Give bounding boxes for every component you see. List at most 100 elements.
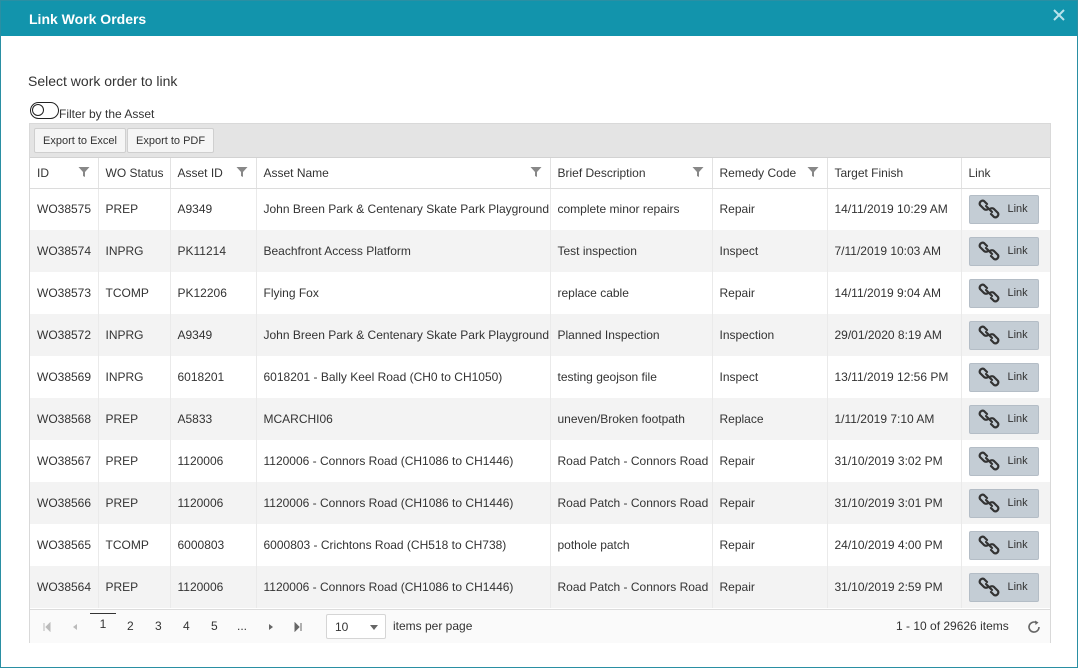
page-more[interactable]: ... bbox=[237, 619, 247, 633]
link-button-label: Link bbox=[1007, 371, 1028, 383]
grid-toolbar: Export to Excel Export to PDF bbox=[30, 124, 1050, 158]
table-row[interactable]: WO38573 TCOMP PK12206 Flying Fox replace cab… bbox=[30, 272, 1050, 314]
link-button[interactable]: Link bbox=[968, 404, 1039, 434]
section-title: Select work order to link bbox=[28, 73, 178, 89]
link-icon bbox=[978, 450, 1008, 472]
page-3[interactable]: 3 bbox=[155, 619, 162, 633]
table-row[interactable]: WO38564 PREP 1120006 1120006 - Connors Road… bbox=[30, 566, 1050, 608]
filter-icon[interactable] bbox=[692, 166, 704, 178]
export-to-pdf-button[interactable]: Export to PDF bbox=[127, 128, 215, 153]
brief-description-cell: complete minor repairs bbox=[550, 188, 713, 230]
brief-description-cell: Road Patch - Connors Road bbox=[550, 440, 713, 482]
target-finish-cell: 13/11/2019 12:56 PM bbox=[827, 356, 962, 398]
link-icon bbox=[978, 576, 1008, 598]
table-row[interactable]: WO38567 PREP 1120006 1120006 - Connors Road… bbox=[30, 440, 1050, 482]
work-orders-table: ID WO Status Asset ID Asset Name Brief D… bbox=[30, 158, 1050, 608]
wo-status-cell: PREP bbox=[98, 398, 171, 440]
asset-name-cell: 1120006 - Connors Road (CH1086 to CH1446… bbox=[256, 566, 551, 608]
wo-id-cell: WO38572 bbox=[30, 314, 99, 356]
page-5[interactable]: 5 bbox=[211, 619, 218, 633]
asset-id-cell: 1120006 bbox=[170, 566, 257, 608]
page-size-select[interactable]: 10 bbox=[326, 614, 386, 639]
remedy-code-cell: Repair bbox=[712, 272, 828, 314]
filter-icon[interactable] bbox=[807, 166, 819, 178]
wo-status-cell: PREP bbox=[98, 440, 171, 482]
column-header-asset-id[interactable]: Asset ID bbox=[170, 158, 257, 189]
remedy-code-cell: Replace bbox=[712, 398, 828, 440]
link-cell: Link bbox=[961, 524, 1050, 566]
table-row[interactable]: WO38568 PREP A5833 MCARCHI06 uneven/Broken f… bbox=[30, 398, 1050, 440]
filter-by-asset-toggle[interactable] bbox=[30, 102, 59, 119]
page-1[interactable]: 1 bbox=[90, 613, 116, 634]
wo-status-cell: TCOMP bbox=[98, 272, 171, 314]
link-cell: Link bbox=[961, 230, 1050, 272]
link-button[interactable]: Link bbox=[968, 278, 1039, 308]
brief-description-cell: Planned Inspection bbox=[550, 314, 713, 356]
wo-id-cell: WO38575 bbox=[30, 188, 99, 230]
link-cell: Link bbox=[961, 356, 1050, 398]
link-button[interactable]: Link bbox=[968, 572, 1039, 602]
table-row[interactable]: WO38565 TCOMP 6000803 6000803 - Crichtons R… bbox=[30, 524, 1050, 566]
next-page-icon[interactable] bbox=[266, 621, 278, 633]
link-cell: Link bbox=[961, 440, 1050, 482]
toggle-knob bbox=[32, 104, 44, 116]
chevron-down-icon bbox=[370, 625, 378, 630]
asset-id-cell: A5833 bbox=[170, 398, 257, 440]
link-button[interactable]: Link bbox=[968, 236, 1039, 266]
remedy-code-cell: Inspection bbox=[712, 314, 828, 356]
link-button[interactable]: Link bbox=[968, 362, 1039, 392]
table-row[interactable]: WO38566 PREP 1120006 1120006 - Connors Road… bbox=[30, 482, 1050, 524]
column-header-id[interactable]: ID bbox=[30, 158, 99, 189]
filter-icon[interactable] bbox=[530, 166, 542, 178]
last-page-icon[interactable] bbox=[293, 621, 305, 633]
column-label-id: ID bbox=[37, 165, 49, 180]
page-2[interactable]: 2 bbox=[127, 619, 134, 633]
target-finish-cell: 31/10/2019 3:01 PM bbox=[827, 482, 962, 524]
table-row[interactable]: WO38575 PREP A9349 John Breen Park & Centen… bbox=[30, 188, 1050, 230]
column-header-wo-status[interactable]: WO Status bbox=[98, 158, 171, 189]
pager-info: 1 - 10 of 29626 items bbox=[896, 619, 1009, 633]
column-header-brief-description[interactable]: Brief Description bbox=[550, 158, 713, 189]
table-row[interactable]: WO38572 INPRG A9349 John Breen Park & Cente… bbox=[30, 314, 1050, 356]
column-header-target-finish[interactable]: Target Finish bbox=[827, 158, 962, 189]
link-button[interactable]: Link bbox=[968, 320, 1039, 350]
link-button[interactable]: Link bbox=[968, 194, 1039, 224]
refresh-icon[interactable] bbox=[1026, 619, 1042, 635]
asset-name-cell: MCARCHI06 bbox=[256, 398, 551, 440]
asset-id-cell: 1120006 bbox=[170, 440, 257, 482]
grid-pager: 1 2 3 4 5 ... 10 items per page 1 - 10 o… bbox=[30, 609, 1050, 643]
wo-id-cell: WO38564 bbox=[30, 566, 99, 608]
link-button[interactable]: Link bbox=[968, 488, 1039, 518]
export-to-excel-button[interactable]: Export to Excel bbox=[34, 128, 126, 153]
link-button[interactable]: Link bbox=[968, 446, 1039, 476]
link-button-label: Link bbox=[1007, 581, 1028, 593]
link-button[interactable]: Link bbox=[968, 530, 1039, 560]
link-cell: Link bbox=[961, 314, 1050, 356]
link-cell: Link bbox=[961, 188, 1050, 230]
table-row[interactable]: WO38569 INPRG 6018201 6018201 - Bally Keel … bbox=[30, 356, 1050, 398]
close-icon[interactable] bbox=[1053, 9, 1067, 23]
link-button-label: Link bbox=[1007, 539, 1028, 551]
wo-status-cell: INPRG bbox=[98, 356, 171, 398]
wo-id-cell: WO38566 bbox=[30, 482, 99, 524]
prev-page-icon[interactable] bbox=[70, 621, 82, 633]
column-header-remedy-code[interactable]: Remedy Code bbox=[712, 158, 828, 189]
link-cell: Link bbox=[961, 566, 1050, 608]
remedy-code-cell: Repair bbox=[712, 440, 828, 482]
asset-name-cell: 6000803 - Crichtons Road (CH518 to CH738… bbox=[256, 524, 551, 566]
page-size-value: 10 bbox=[335, 620, 349, 634]
work-orders-grid: Export to Excel Export to PDF ID WO Stat… bbox=[29, 123, 1051, 643]
link-button-label: Link bbox=[1007, 497, 1028, 509]
column-header-asset-name[interactable]: Asset Name bbox=[256, 158, 551, 189]
table-row[interactable]: WO38574 INPRG PK11214 Beachfront Access Pla… bbox=[30, 230, 1050, 272]
filter-icon[interactable] bbox=[236, 166, 248, 178]
first-page-icon[interactable] bbox=[42, 621, 54, 633]
page-4[interactable]: 4 bbox=[183, 619, 190, 633]
link-button-label: Link bbox=[1007, 329, 1028, 341]
remedy-code-cell: Inspect bbox=[712, 356, 828, 398]
filter-icon[interactable] bbox=[78, 166, 90, 178]
brief-description-cell: Road Patch - Connors Road bbox=[550, 566, 713, 608]
wo-id-cell: WO38574 bbox=[30, 230, 99, 272]
asset-name-cell: 6018201 - Bally Keel Road (CH0 to CH1050… bbox=[256, 356, 551, 398]
remedy-code-cell: Repair bbox=[712, 566, 828, 608]
